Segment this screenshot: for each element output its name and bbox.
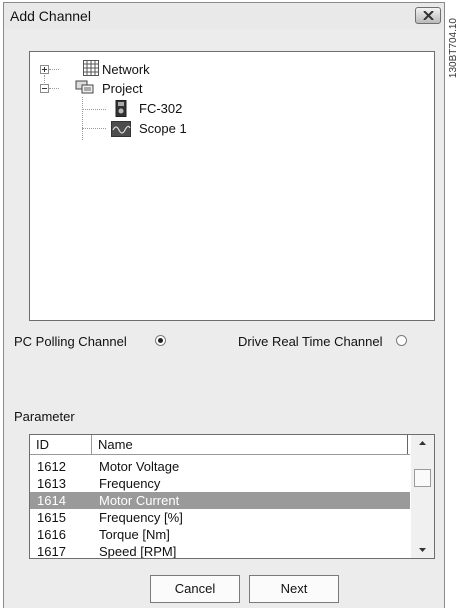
arrow-down-icon — [419, 548, 426, 552]
cancel-button[interactable]: Cancel — [150, 575, 240, 603]
close-icon — [423, 11, 434, 20]
cell-id: 1613 — [37, 476, 66, 491]
network-grid-icon — [83, 60, 99, 76]
cell-name: Frequency [%] — [99, 510, 183, 525]
cell-name: Frequency — [99, 476, 161, 491]
cell-id: 1616 — [37, 527, 66, 542]
window-title: Add Channel — [10, 8, 91, 24]
cell-name: Motor Current — [99, 493, 180, 508]
scope-icon — [111, 121, 131, 137]
table-row[interactable]: 1613 Frequency — [30, 475, 410, 492]
table-row[interactable]: 1615 Frequency [%] — [30, 509, 410, 526]
next-button[interactable]: Next — [249, 575, 339, 603]
tree-item-fc-302[interactable]: FC-302 — [110, 100, 230, 118]
expand-icon[interactable] — [40, 65, 49, 74]
column-header-id[interactable]: ID — [30, 435, 92, 454]
tree-item-label: Project — [102, 81, 143, 96]
scroll-down-button[interactable] — [411, 541, 434, 558]
tree-item-scope-1[interactable]: Scope 1 — [110, 120, 230, 138]
close-button[interactable] — [415, 7, 441, 24]
figure-code: 130BT704.10 — [448, 18, 459, 79]
channel-type-group: PC Polling Channel Drive Real Time Chann… — [4, 333, 444, 353]
tree-item-label: FC-302 — [139, 101, 183, 116]
drive-realtime-radio[interactable] — [396, 335, 407, 346]
parameter-label: Parameter — [14, 409, 75, 424]
list-header: ID Name — [30, 435, 410, 455]
project-icon — [75, 80, 94, 94]
cell-name: Torque [Nm] — [99, 527, 170, 542]
tree-item-network[interactable]: Network — [40, 60, 180, 79]
column-header-name[interactable]: Name — [92, 435, 408, 454]
pc-polling-radio[interactable] — [155, 335, 166, 346]
table-row[interactable]: 1617 Speed [RPM] — [30, 543, 410, 559]
tree-item-project[interactable]: Project — [40, 80, 180, 98]
cell-name: Motor Voltage — [99, 459, 180, 474]
cell-id: 1615 — [37, 510, 66, 525]
drive-realtime-label: Drive Real Time Channel — [238, 334, 383, 349]
arrow-up-icon — [419, 441, 426, 445]
add-channel-dialog: Add Channel Network Project FC-302 Scope… — [3, 2, 445, 608]
tree-item-label: Network — [102, 62, 150, 77]
table-row[interactable]: 1612 Motor Voltage — [30, 458, 410, 475]
collapse-icon[interactable] — [40, 84, 49, 93]
cell-id: 1617 — [37, 544, 66, 559]
channel-tree[interactable]: Network Project FC-302 Scope 1 — [29, 51, 435, 321]
pc-polling-label: PC Polling Channel — [14, 334, 127, 349]
scroll-up-button[interactable] — [411, 435, 434, 452]
drive-icon — [115, 100, 127, 117]
cell-name: Speed [RPM] — [99, 544, 177, 559]
table-row[interactable]: 1614 Motor Current — [30, 492, 410, 509]
cell-id: 1614 — [37, 493, 66, 508]
list-rows: 1612 Motor Voltage 1613 Frequency 1614 Motor … — [30, 458, 410, 559]
tree-item-label: Scope 1 — [139, 121, 187, 136]
table-row[interactable]: 1616 Torque [Nm] — [30, 526, 410, 543]
cell-id: 1612 — [37, 459, 66, 474]
vertical-scrollbar[interactable] — [411, 435, 434, 558]
parameter-list[interactable]: ID Name 1612 Motor Voltage 1613 Frequency 16… — [29, 434, 435, 559]
title-bar: Add Channel — [4, 3, 444, 29]
scroll-thumb[interactable] — [414, 469, 431, 487]
